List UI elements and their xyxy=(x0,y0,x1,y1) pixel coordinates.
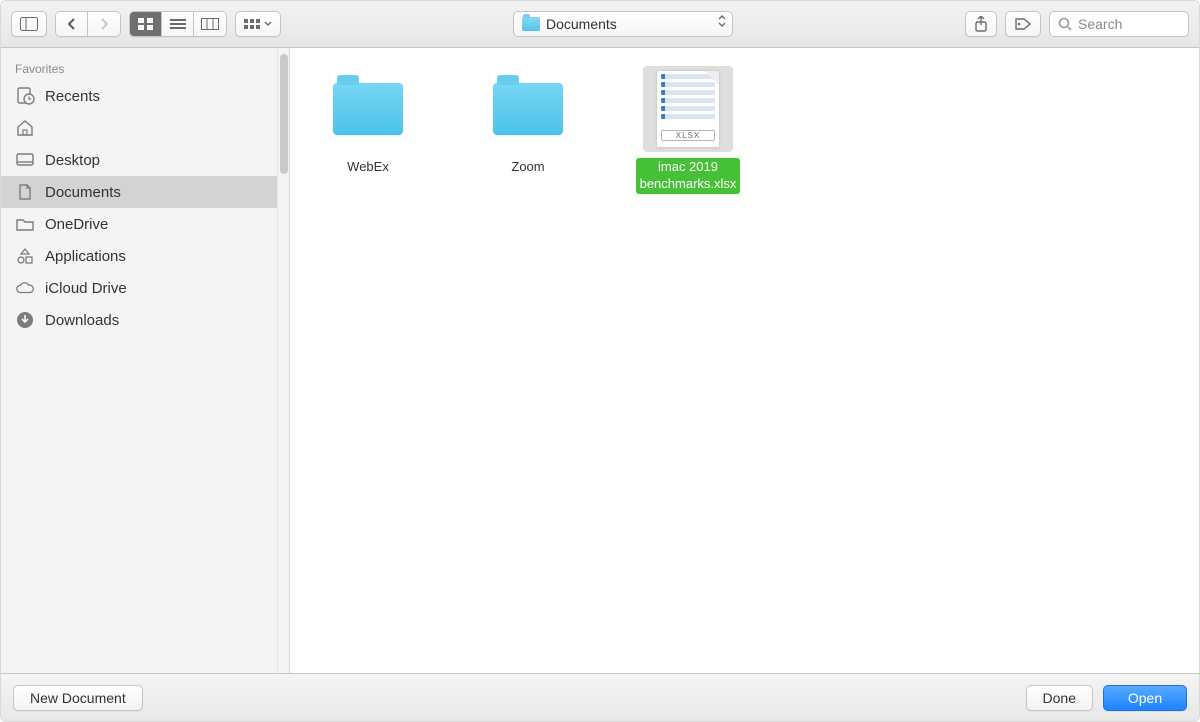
sidebar-item-home[interactable] xyxy=(1,112,277,144)
file-label: Zoom xyxy=(507,158,548,177)
clock-doc-icon xyxy=(15,86,35,106)
nav-back-forward xyxy=(55,11,121,37)
folder-icon xyxy=(522,17,540,31)
search-placeholder: Search xyxy=(1078,16,1122,32)
sidebar-item-label: OneDrive xyxy=(45,216,108,233)
search-icon xyxy=(1058,17,1072,31)
file-item-xlsx[interactable]: XLSX imac 2019 benchmarks.xlsx xyxy=(628,66,748,655)
sidebar-item-documents[interactable]: Documents xyxy=(1,176,277,208)
group-by-button[interactable] xyxy=(235,11,281,37)
sidebar-item-label: Applications xyxy=(45,248,126,265)
sidebar-toggle-button[interactable] xyxy=(11,11,47,37)
home-icon xyxy=(15,118,35,138)
cloud-icon xyxy=(15,278,35,298)
new-document-button[interactable]: New Document xyxy=(13,685,143,711)
sidebar-item-label: Downloads xyxy=(45,312,119,329)
view-list-button[interactable] xyxy=(162,12,194,36)
sidebar: Favorites Recents xyxy=(1,48,277,673)
scrollbar-thumb[interactable] xyxy=(280,54,288,174)
folder-item-webex[interactable]: WebEx xyxy=(308,66,428,655)
sidebar-scrollbar[interactable] xyxy=(277,48,289,673)
share-button[interactable] xyxy=(965,11,997,37)
sidebar-item-label: Desktop xyxy=(45,152,100,169)
view-mode-segmented xyxy=(129,11,227,37)
sidebar-item-label: iCloud Drive xyxy=(45,280,127,297)
body: Favorites Recents xyxy=(1,48,1199,673)
desktop-icon xyxy=(15,150,35,170)
open-button[interactable]: Open xyxy=(1103,685,1187,711)
document-icon xyxy=(15,182,35,202)
done-button[interactable]: Done xyxy=(1026,685,1093,711)
folder-icon xyxy=(333,83,403,135)
xlsx-icon: XLSX xyxy=(656,70,720,148)
folder-icon xyxy=(493,83,563,135)
download-icon xyxy=(15,310,35,330)
sidebar-item-applications[interactable]: Applications xyxy=(1,240,277,272)
toolbar: Documents Search xyxy=(1,1,1199,48)
tags-button[interactable] xyxy=(1005,11,1041,37)
sidebar-item-label: Documents xyxy=(45,184,121,201)
sidebar-item-icloud[interactable]: iCloud Drive xyxy=(1,272,277,304)
view-columns-button[interactable] xyxy=(194,12,226,36)
file-grid: WebEx Zoom XLSX imac 2019 benchmarks.xls… xyxy=(290,48,1199,673)
sidebar-section-title: Favorites xyxy=(1,62,277,80)
applications-icon xyxy=(15,246,35,266)
back-button[interactable] xyxy=(56,12,88,36)
file-ext-tag: XLSX xyxy=(661,130,714,141)
view-icons-button[interactable] xyxy=(130,12,162,36)
sidebar-item-label: Recents xyxy=(45,88,100,105)
path-popup-button[interactable]: Documents xyxy=(513,11,733,37)
chevron-down-icon xyxy=(264,21,272,27)
sidebar-item-downloads[interactable]: Downloads xyxy=(1,304,277,336)
footer: New Document Done Open xyxy=(1,673,1199,721)
button-label: New Document xyxy=(30,690,126,706)
path-label: Documents xyxy=(546,16,617,32)
finder-open-dialog: Documents Search Favorites xyxy=(0,0,1200,722)
sidebar-item-recents[interactable]: Recents xyxy=(1,80,277,112)
folder-item-zoom[interactable]: Zoom xyxy=(468,66,588,655)
button-label: Done xyxy=(1043,690,1076,706)
search-field[interactable]: Search xyxy=(1049,11,1189,37)
file-label: imac 2019 benchmarks.xlsx xyxy=(636,158,741,194)
stepper-icon xyxy=(718,15,726,27)
folder-icon xyxy=(15,214,35,234)
sidebar-wrap: Favorites Recents xyxy=(1,48,289,673)
button-label: Open xyxy=(1128,690,1162,706)
forward-button[interactable] xyxy=(88,12,120,36)
sidebar-item-desktop[interactable]: Desktop xyxy=(1,144,277,176)
sidebar-item-onedrive[interactable]: OneDrive xyxy=(1,208,277,240)
file-label: WebEx xyxy=(343,158,393,177)
